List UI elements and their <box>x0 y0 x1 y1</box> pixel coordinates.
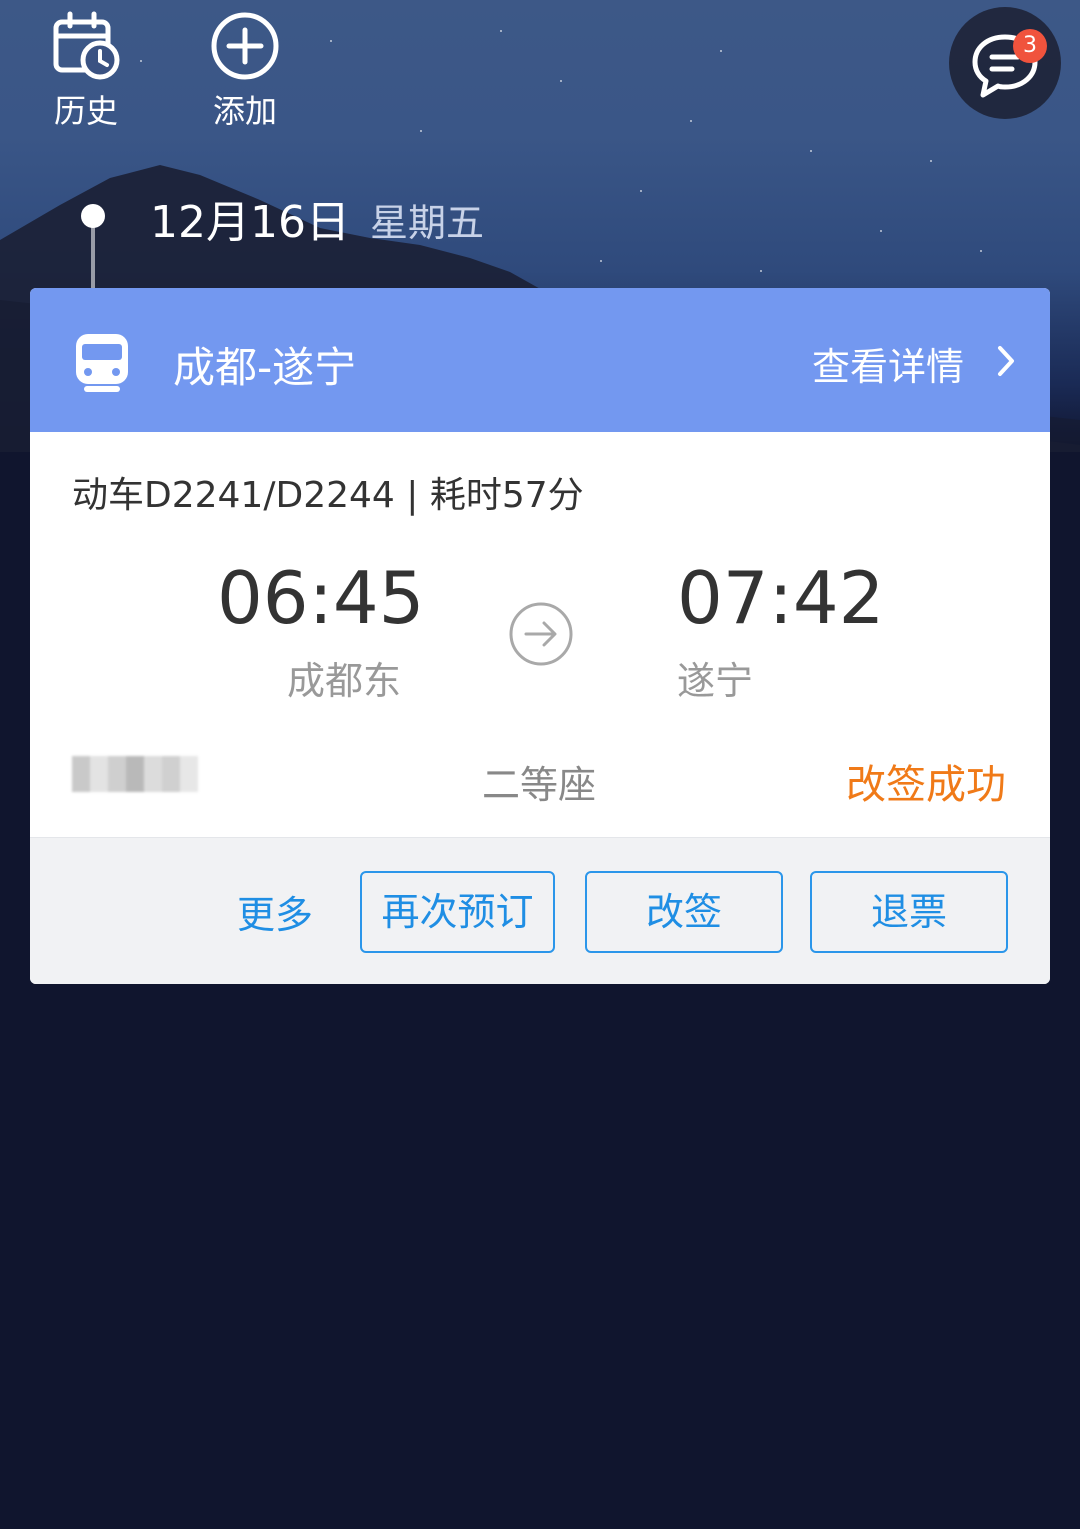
timeline-line <box>91 226 95 288</box>
passenger-name-redacted <box>72 756 198 792</box>
history-label: 历史 <box>53 92 118 130</box>
trip-card-header[interactable]: 成都-遂宁 查看详情 <box>30 288 1050 432</box>
train-icon <box>76 334 128 392</box>
messages-button[interactable]: 3 <box>949 7 1061 119</box>
trip-weekday: 星期五 <box>370 201 485 245</box>
change-ticket-button[interactable]: 改签 <box>585 871 783 953</box>
calendar-clock-icon <box>53 11 120 80</box>
rebook-button[interactable]: 再次预订 <box>360 871 555 953</box>
plus-circle-icon <box>211 12 279 80</box>
arrow-right-circle-icon <box>509 602 573 666</box>
chevron-right-icon <box>998 346 1014 376</box>
seat-class: 二等座 <box>482 763 597 807</box>
train-number-duration: 动车D2241/D2244 | 耗时57分 <box>72 475 584 516</box>
history-button[interactable]: 历史 <box>31 10 141 132</box>
chat-icon <box>972 34 1038 98</box>
add-button[interactable]: 添加 <box>190 10 300 132</box>
departure-time: 06:45 <box>217 556 425 640</box>
route-title: 成都-遂宁 <box>173 343 357 392</box>
trip-card-actions: 更多 再次预订 改签 退票 <box>30 837 1050 984</box>
departure-station: 成都东 <box>287 659 402 703</box>
timeline-dot <box>81 204 105 228</box>
message-count-badge: 3 <box>1013 29 1047 63</box>
refund-button[interactable]: 退票 <box>810 871 1008 953</box>
more-link[interactable]: 更多 <box>237 884 313 939</box>
arrival-station: 遂宁 <box>677 659 754 703</box>
trip-date: 12月16日 <box>150 197 350 248</box>
trip-card: 成都-遂宁 查看详情 动车D2241/D2244 | 耗时57分 06:45 成… <box>30 288 1050 984</box>
arrival-time: 07:42 <box>677 556 885 640</box>
add-label: 添加 <box>212 92 277 130</box>
view-details-link[interactable]: 查看详情 <box>812 336 964 391</box>
ticket-status: 改签成功 <box>846 762 1006 808</box>
